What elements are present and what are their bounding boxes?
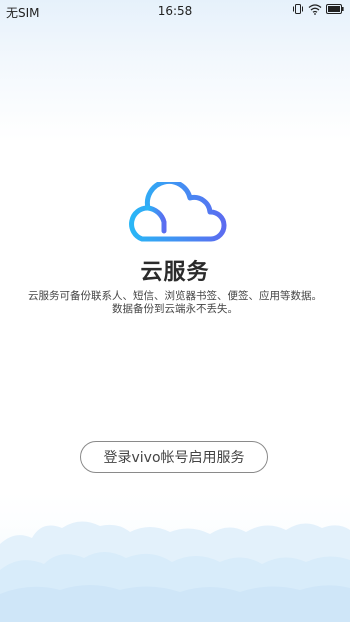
login-vivo-account-button[interactable]: 登录vivo帐号启用服务 bbox=[80, 441, 268, 473]
description-line-2: 数据备份到云端永不丢失。 bbox=[112, 303, 238, 315]
status-bar: 无SIM 16:58 bbox=[0, 0, 350, 22]
wifi-icon bbox=[308, 3, 322, 15]
status-icons bbox=[292, 3, 344, 15]
cloud-icon bbox=[129, 182, 227, 242]
page-title: 云服务 bbox=[140, 260, 210, 285]
bottom-clouds-decoration bbox=[0, 482, 350, 622]
vibrate-icon bbox=[292, 3, 304, 15]
battery-icon bbox=[326, 4, 344, 14]
